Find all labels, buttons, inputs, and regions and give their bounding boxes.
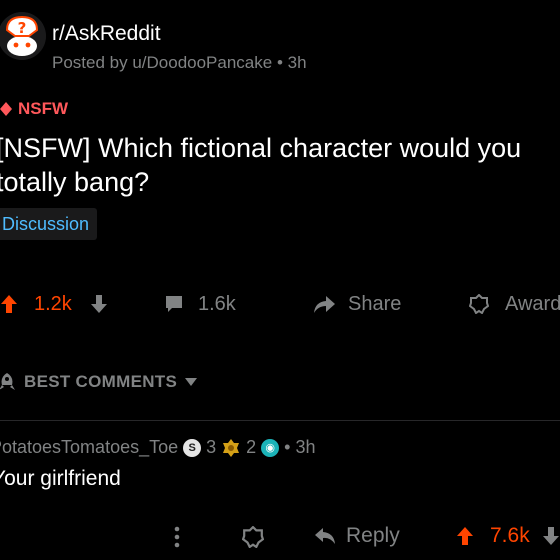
award-label: Award [505, 292, 560, 315]
meta-separator: • [284, 437, 291, 457]
reply-button[interactable]: Reply [314, 524, 400, 548]
comment-header: PotatoesTomatoes_Toe S 3 2 ◉ • 3h [0, 437, 316, 458]
gold-award-icon[interactable] [221, 438, 241, 458]
more-options-icon[interactable] [174, 526, 180, 548]
share-label: Share [348, 292, 402, 315]
askreddit-logo-icon: ? [0, 12, 46, 60]
reply-arrow-icon [315, 528, 335, 544]
comment-action-bar: Reply 7.6k [0, 520, 560, 554]
rocket-icon [0, 373, 15, 390]
upvote-group: 1.2k [0, 293, 108, 316]
nsfw-tag: NSFW [0, 99, 68, 119]
comment-author[interactable]: PotatoesTomatoes_Toe [0, 437, 178, 458]
post-flair[interactable]: Discussion [0, 208, 98, 240]
award-icon [241, 525, 265, 549]
share-button[interactable]: Share [312, 293, 401, 316]
comments-button[interactable]: 1.6k [164, 293, 236, 316]
reply-label: Reply [346, 524, 400, 547]
award-icon [469, 294, 489, 314]
chevron-down-icon [185, 378, 198, 386]
comment-age: 3h [295, 437, 316, 457]
post-author[interactable]: Posted by u/DoodooPancake [52, 53, 272, 72]
comment-sort-dropdown[interactable]: BEST COMMENTS [0, 372, 198, 392]
post-title[interactable]: [NSFW] Which fictional character would y… [0, 131, 560, 199]
sort-label: BEST COMMENTS [24, 372, 178, 391]
comment-bubble-icon [166, 296, 182, 312]
comment-score: 7.6k [490, 524, 530, 547]
meta-separator: • [276, 53, 288, 72]
upvote-arrow-icon[interactable] [0, 294, 18, 314]
nsfw-diamond-icon [0, 102, 12, 116]
svg-text:?: ? [18, 19, 27, 37]
platinum-award-icon[interactable]: ◉ [261, 438, 280, 457]
gold-award-count: 2 [246, 437, 257, 457]
comment-vote-group: 7.6k [456, 524, 560, 548]
award-button[interactable]: Award [469, 293, 560, 316]
comment-count: 1.6k [198, 292, 236, 315]
comment-award-button[interactable] [241, 525, 265, 554]
section-divider [0, 420, 560, 421]
silver-award-icon[interactable]: S [183, 438, 202, 457]
comment-downvote-arrow-icon[interactable] [542, 526, 560, 546]
subreddit-avatar[interactable]: ? [0, 12, 46, 60]
share-arrow-icon [314, 296, 335, 313]
subreddit-name[interactable]: r/AskReddit [52, 22, 161, 46]
post-meta: Posted by u/DoodooPancake • 3h [52, 53, 307, 73]
post-action-bar: 1.2k 1.6k Share Award [0, 286, 560, 322]
downvote-arrow-icon[interactable] [90, 294, 108, 314]
post-score: 1.2k [34, 292, 72, 315]
comment-body: Your girlfriend [0, 467, 121, 490]
silver-award-count: 3 [206, 437, 217, 457]
comment-upvote-arrow-icon[interactable] [456, 526, 474, 546]
post-age: 3h [287, 53, 307, 72]
nsfw-label: NSFW [18, 99, 69, 118]
